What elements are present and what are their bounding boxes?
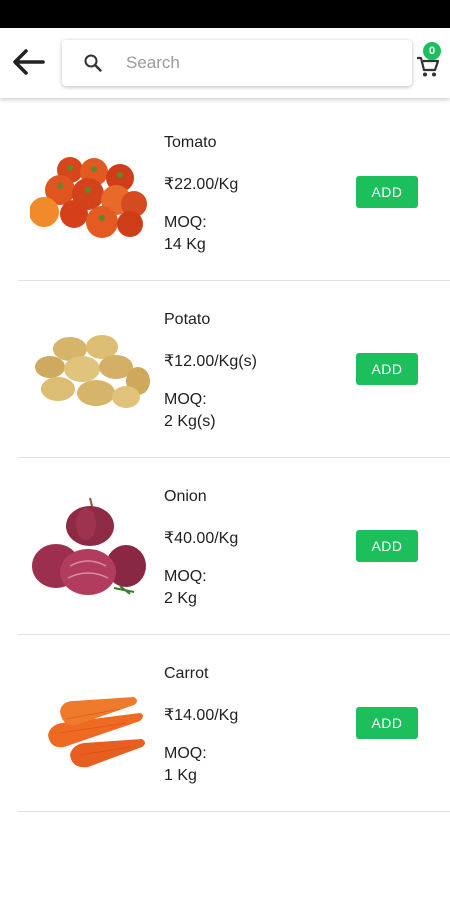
back-button[interactable] [8, 42, 48, 82]
product-item-potato[interactable]: Potato ₹12.00/Kg(s) MOQ: 2 Kg(s) ADD [18, 281, 450, 458]
product-moq-value: 1 Kg [164, 767, 197, 784]
potato-image [35, 335, 150, 408]
product-moq-label: MOQ: [164, 568, 207, 585]
product-item-carrot[interactable]: Carrot ₹14.00/Kg MOQ: 1 Kg ADD [18, 635, 450, 812]
product-name: Tomato [164, 134, 217, 151]
onion-image [32, 497, 146, 595]
search-box[interactable] [62, 40, 412, 86]
search-icon [82, 52, 104, 74]
cart-button[interactable]: 0 [414, 42, 446, 82]
product-price: ₹22.00/Kg [164, 176, 239, 193]
arrow-left-icon [13, 49, 45, 75]
product-name: Onion [164, 488, 207, 505]
tomato-image [30, 157, 147, 238]
product-moq-value: 2 Kg [164, 590, 197, 607]
product-list: Tomato ₹22.00/Kg MOQ: 14 Kg ADD Potato ₹… [0, 104, 450, 812]
cart-count-badge: 0 [423, 42, 441, 60]
product-moq-value: 2 Kg(s) [164, 413, 216, 430]
product-item-onion[interactable]: Onion ₹40.00/Kg MOQ: 2 Kg ADD [18, 458, 450, 635]
app-header: 0 [0, 28, 450, 98]
product-name: Potato [164, 311, 211, 328]
product-name: Carrot [164, 665, 209, 682]
add-button[interactable]: ADD [356, 353, 418, 385]
product-price: ₹12.00/Kg(s) [164, 353, 257, 370]
product-price: ₹14.00/Kg [164, 707, 239, 724]
product-moq-label: MOQ: [164, 745, 207, 762]
status-bar [0, 0, 450, 28]
product-moq-label: MOQ: [164, 391, 207, 408]
search-input[interactable] [124, 52, 388, 74]
product-moq-label: MOQ: [164, 214, 207, 231]
product-price: ₹40.00/Kg [164, 530, 239, 547]
carrot-image [48, 697, 145, 768]
add-button[interactable]: ADD [356, 530, 418, 562]
add-button[interactable]: ADD [356, 176, 418, 208]
product-item-tomato[interactable]: Tomato ₹22.00/Kg MOQ: 14 Kg ADD [18, 104, 450, 281]
product-moq-value: 14 Kg [164, 236, 206, 253]
add-button[interactable]: ADD [356, 707, 418, 739]
